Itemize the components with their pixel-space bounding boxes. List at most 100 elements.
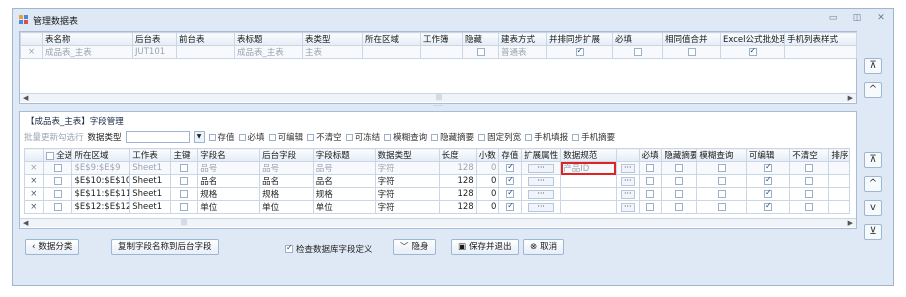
editable-checkbox[interactable] [764, 163, 773, 172]
store-checkbox[interactable] [506, 189, 515, 198]
cell-sort[interactable] [828, 187, 850, 201]
merge-same-checkbox[interactable] [687, 47, 696, 56]
cell-table-name[interactable]: 成品表_主表 [42, 45, 133, 59]
cell-dtype[interactable]: 字符 [374, 200, 440, 214]
cell-length[interactable]: 128 [438, 200, 477, 214]
cell-select[interactable] [42, 200, 73, 214]
col-header[interactable]: 小数 [475, 148, 500, 162]
scroll-left-icon[interactable]: ◀ [23, 219, 28, 227]
cell-dtype[interactable]: 字符 [374, 174, 440, 188]
cell-sort[interactable] [828, 161, 850, 175]
fuzzy-checkbox[interactable] [717, 189, 726, 198]
field-move-down-button[interactable]: v [864, 200, 882, 216]
col-header[interactable]: 并排同步扩展 [546, 32, 613, 46]
col-header[interactable]: 可编辑 [745, 148, 791, 162]
sync-expand-checkbox[interactable] [575, 47, 584, 56]
col-header[interactable]: 主键 [170, 148, 199, 162]
batch-update-link[interactable]: 批量更新勾选行 [24, 131, 84, 143]
cell-title[interactable]: 品名 [312, 174, 376, 188]
col-header[interactable]: 工作表 [129, 148, 172, 162]
table-row[interactable]: × $E$10:$E$10 Sheet1 品名 品名 品名 字符 128 0 ·… [24, 174, 850, 188]
scroll-right-icon[interactable]: ▶ [848, 219, 853, 227]
hidden-checkbox[interactable] [476, 47, 485, 56]
col-header[interactable]: 不清空 [789, 148, 830, 162]
chevron-down-icon[interactable]: ▼ [193, 131, 205, 143]
cell-ext[interactable]: ··· [521, 200, 562, 214]
cell-dtype[interactable]: 字符 [374, 187, 440, 201]
cell-hide-summary[interactable] [661, 174, 698, 188]
fuzzy-checkbox[interactable] [717, 163, 726, 172]
cell-sheet[interactable]: Sheet1 [129, 174, 172, 188]
cell-ext[interactable]: ··· [521, 187, 562, 201]
cell-spec-btn[interactable]: ··· [615, 200, 640, 214]
cell-frontend[interactable] [176, 45, 235, 59]
cell-decimals[interactable]: 0 [475, 161, 500, 175]
hide-button[interactable]: ﹀ 隐身 [393, 239, 436, 255]
editable-checkbox[interactable] [764, 176, 773, 185]
filter-checkbox[interactable] [431, 133, 439, 141]
filter-fuzzy[interactable]: 模糊查询 [384, 131, 427, 143]
cell-backend[interactable]: 规格 [259, 187, 314, 201]
lower-horizontal-scrollbar[interactable]: ◀ ||| ▶ [20, 218, 856, 227]
cell-spec-btn[interactable]: ··· [615, 161, 640, 175]
cell-field[interactable]: 单位 [197, 200, 261, 214]
cell-hidden[interactable] [462, 45, 499, 59]
data-type-input[interactable] [125, 131, 190, 143]
hide-summary-checkbox[interactable] [675, 163, 684, 172]
no-clear-checkbox[interactable] [805, 189, 814, 198]
cell-dtype[interactable]: 字符 [374, 161, 440, 175]
col-header[interactable]: 字段名 [197, 148, 261, 162]
cell-store[interactable] [498, 174, 523, 188]
check-db-definition[interactable]: 检查数据库字段定义 [285, 243, 373, 255]
cell-editable[interactable] [745, 200, 791, 214]
col-header[interactable]: 必填 [638, 148, 663, 162]
cell-length[interactable]: 128 [438, 161, 477, 175]
minimize-icon[interactable]: ▭ [827, 13, 839, 23]
cell-primary-key[interactable] [170, 161, 199, 175]
copy-field-names-button[interactable]: 复制字段名称到后台字段 [111, 239, 219, 255]
no-clear-checkbox[interactable] [805, 163, 814, 172]
col-header[interactable]: Excel公式批处理 [720, 32, 785, 46]
delete-row-icon[interactable]: × [24, 174, 44, 188]
scroll-thumb[interactable]: ||| [34, 95, 844, 101]
cell-field[interactable]: 品号 [197, 161, 261, 175]
cell-title[interactable]: 成品表_主表 [234, 45, 303, 59]
cell-region[interactable]: $E$12:$E$12 [71, 200, 131, 214]
cell-primary-key[interactable] [170, 200, 199, 214]
close-icon[interactable]: ✕ [875, 13, 887, 23]
delete-row-icon[interactable]: × [20, 45, 43, 59]
store-checkbox[interactable] [506, 176, 515, 185]
filter-checkbox[interactable] [268, 133, 276, 141]
cell-merge-same[interactable] [662, 45, 721, 59]
cell-sort[interactable] [828, 174, 850, 188]
cell-mobile-style[interactable] [784, 45, 857, 59]
filter-editable[interactable]: 可编辑 [268, 131, 303, 143]
panel-splitter[interactable]: ····· [19, 104, 857, 110]
scroll-right-icon[interactable]: ▶ [848, 94, 853, 102]
required-checkbox[interactable] [646, 176, 655, 185]
cell-editable[interactable] [745, 161, 791, 175]
cell-fuzzy[interactable] [696, 174, 747, 188]
cell-title[interactable]: 品号 [312, 161, 376, 175]
spec-button[interactable]: ··· [620, 190, 635, 199]
store-checkbox[interactable] [506, 163, 515, 172]
col-header[interactable]: 后台表 [132, 32, 177, 46]
cell-length[interactable]: 128 [438, 187, 477, 201]
hide-summary-checkbox[interactable] [675, 202, 684, 211]
cell-spec[interactable] [560, 187, 617, 201]
cell-spec-btn[interactable]: ··· [615, 187, 640, 201]
col-header[interactable]: 存值 [498, 148, 523, 162]
cell-sheet[interactable]: Sheet1 [129, 161, 172, 175]
filter-checkbox[interactable] [307, 133, 315, 141]
cell-backend[interactable]: 品号 [259, 161, 314, 175]
ext-props-button[interactable]: ··· [528, 164, 555, 173]
delete-row-icon[interactable]: × [24, 200, 44, 214]
field-move-up-button[interactable]: ^ [864, 176, 882, 192]
table-row[interactable]: × $E$12:$E$12 Sheet1 单位 单位 单位 字符 128 0 ·… [24, 200, 850, 214]
filter-mobile-summary[interactable]: 手机摘要 [572, 131, 615, 143]
ext-props-button[interactable]: ··· [528, 203, 555, 212]
hide-summary-checkbox[interactable] [675, 189, 684, 198]
delete-row-icon[interactable]: × [24, 187, 44, 201]
filter-checkbox[interactable] [238, 133, 246, 141]
col-header[interactable]: 排序 [828, 148, 850, 162]
